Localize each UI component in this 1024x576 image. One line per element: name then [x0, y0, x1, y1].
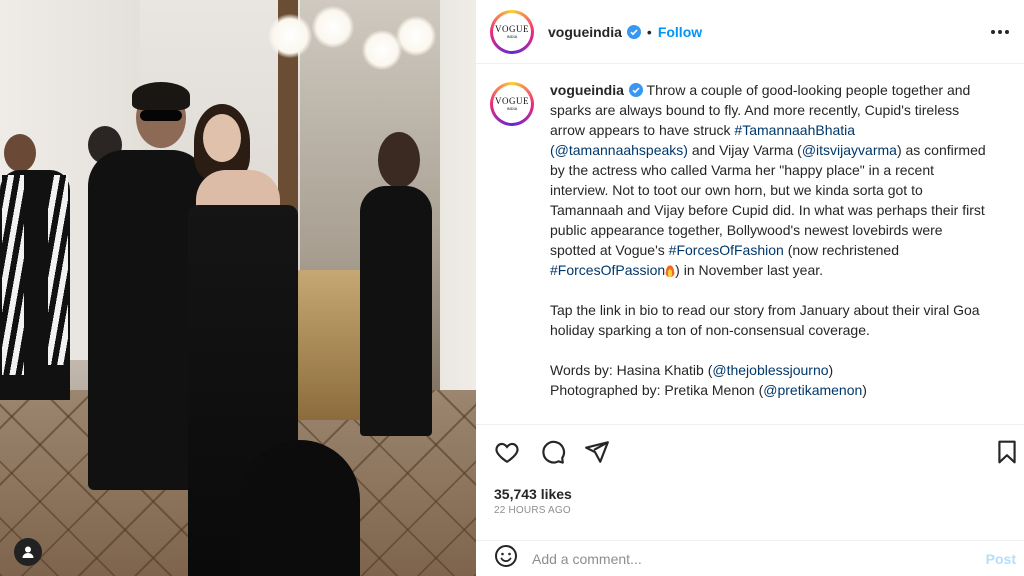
- caption-avatar[interactable]: VOGUE INDIA: [490, 82, 534, 126]
- comment-bar: Post: [476, 540, 1024, 576]
- hashtag-link[interactable]: #ForcesOfPassion: [550, 262, 665, 278]
- caption-area: VOGUE INDIA vogueindia Throw a couple of…: [490, 80, 1014, 400]
- credit-close: ): [862, 382, 867, 398]
- photo-scarf: [48, 175, 68, 365]
- photo-table: [296, 270, 366, 420]
- avatar-logo: VOGUE: [495, 23, 529, 34]
- photo-person-head: [378, 132, 420, 188]
- post-photo[interactable]: [0, 0, 476, 576]
- caption-text-segment: ) in November last year.: [675, 262, 824, 278]
- photo-person-face: [203, 114, 241, 162]
- action-bar: [476, 424, 1024, 478]
- heart-icon[interactable]: [494, 439, 520, 465]
- post-panel: VOGUE INDIA vogueindia • Follow VOGUE IN…: [476, 0, 1024, 576]
- post-timestamp[interactable]: 22 HOURS AGO: [494, 505, 571, 516]
- fire-emoji-icon: [665, 264, 676, 277]
- credit-words: Words by: Hasina Khatib (@thejoblessjour…: [550, 360, 990, 380]
- follow-button[interactable]: Follow: [658, 24, 702, 40]
- photo-gown-train: [240, 440, 360, 576]
- account-username[interactable]: vogueindia: [548, 24, 622, 40]
- mention-link[interactable]: @itsvijayvarma: [802, 142, 897, 158]
- photo-person-head: [4, 134, 36, 172]
- emoji-icon[interactable]: [494, 544, 518, 573]
- post-header: VOGUE INDIA vogueindia • Follow: [476, 0, 1024, 64]
- credit-photo: Photographed by: Pretika Menon (@pretika…: [550, 380, 990, 400]
- caption-text: vogueindia Throw a couple of good-lookin…: [550, 80, 990, 400]
- account-avatar[interactable]: VOGUE INDIA: [490, 9, 534, 54]
- caption-credits: Words by: Hasina Khatib (@thejoblessjour…: [550, 360, 990, 400]
- caption-paragraph-2: Tap the link in bio to read our story fr…: [550, 302, 980, 338]
- post-comment-button[interactable]: Post: [986, 551, 1016, 567]
- comment-icon[interactable]: [540, 439, 566, 465]
- avatar-sub: INDIA: [506, 33, 518, 39]
- caption-text-segment: and Vijay Varma (: [687, 142, 802, 158]
- avatar-inner: VOGUE INDIA: [493, 85, 531, 123]
- likes-count[interactable]: 35,743 likes: [494, 486, 572, 502]
- avatar-sub: INDIA: [506, 106, 518, 111]
- photo-scarf: [2, 175, 24, 375]
- caption-username[interactable]: vogueindia: [550, 82, 624, 98]
- photo-shoulders: [196, 170, 280, 210]
- hashtag-link[interactable]: #ForcesOfFashion: [669, 242, 784, 258]
- hashtag-link[interactable]: #TamannaahBhatia: [734, 122, 855, 138]
- mention-link[interactable]: @thejoblessjourno: [712, 362, 828, 378]
- avatar-inner: VOGUE INDIA: [493, 12, 531, 51]
- bookmark-icon[interactable]: [994, 439, 1020, 465]
- credit-words-label: Words by: Hasina Khatib (: [550, 362, 713, 378]
- photo-light: [268, 14, 312, 58]
- photo-sunglasses: [140, 110, 182, 121]
- comment-input[interactable]: [532, 550, 932, 567]
- more-options-icon[interactable]: [988, 22, 1012, 42]
- separator-dot: •: [646, 23, 652, 40]
- share-icon[interactable]: [584, 439, 610, 465]
- mention-link[interactable]: (@tamannaahspeaks): [550, 142, 688, 158]
- caption-text-segment: (now rechristened: [783, 242, 899, 258]
- photo-light: [312, 6, 354, 48]
- verified-badge-icon: [628, 83, 643, 97]
- caption-paragraph-1: vogueindia Throw a couple of good-lookin…: [550, 80, 990, 280]
- tagged-users-icon[interactable]: [14, 538, 42, 566]
- photo-person: [360, 186, 432, 436]
- photo-light: [396, 16, 436, 56]
- credit-close: ): [828, 362, 834, 378]
- credit-photo-label: Photographed by: Pretika Menon (: [550, 382, 764, 398]
- avatar-logo: VOGUE: [495, 96, 529, 106]
- caption-text-segment: ) as confirmed by the actress who called…: [550, 142, 986, 258]
- mention-link[interactable]: @pretikamenon: [763, 382, 862, 398]
- verified-badge-icon: [626, 24, 641, 39]
- photo-hair: [132, 82, 190, 110]
